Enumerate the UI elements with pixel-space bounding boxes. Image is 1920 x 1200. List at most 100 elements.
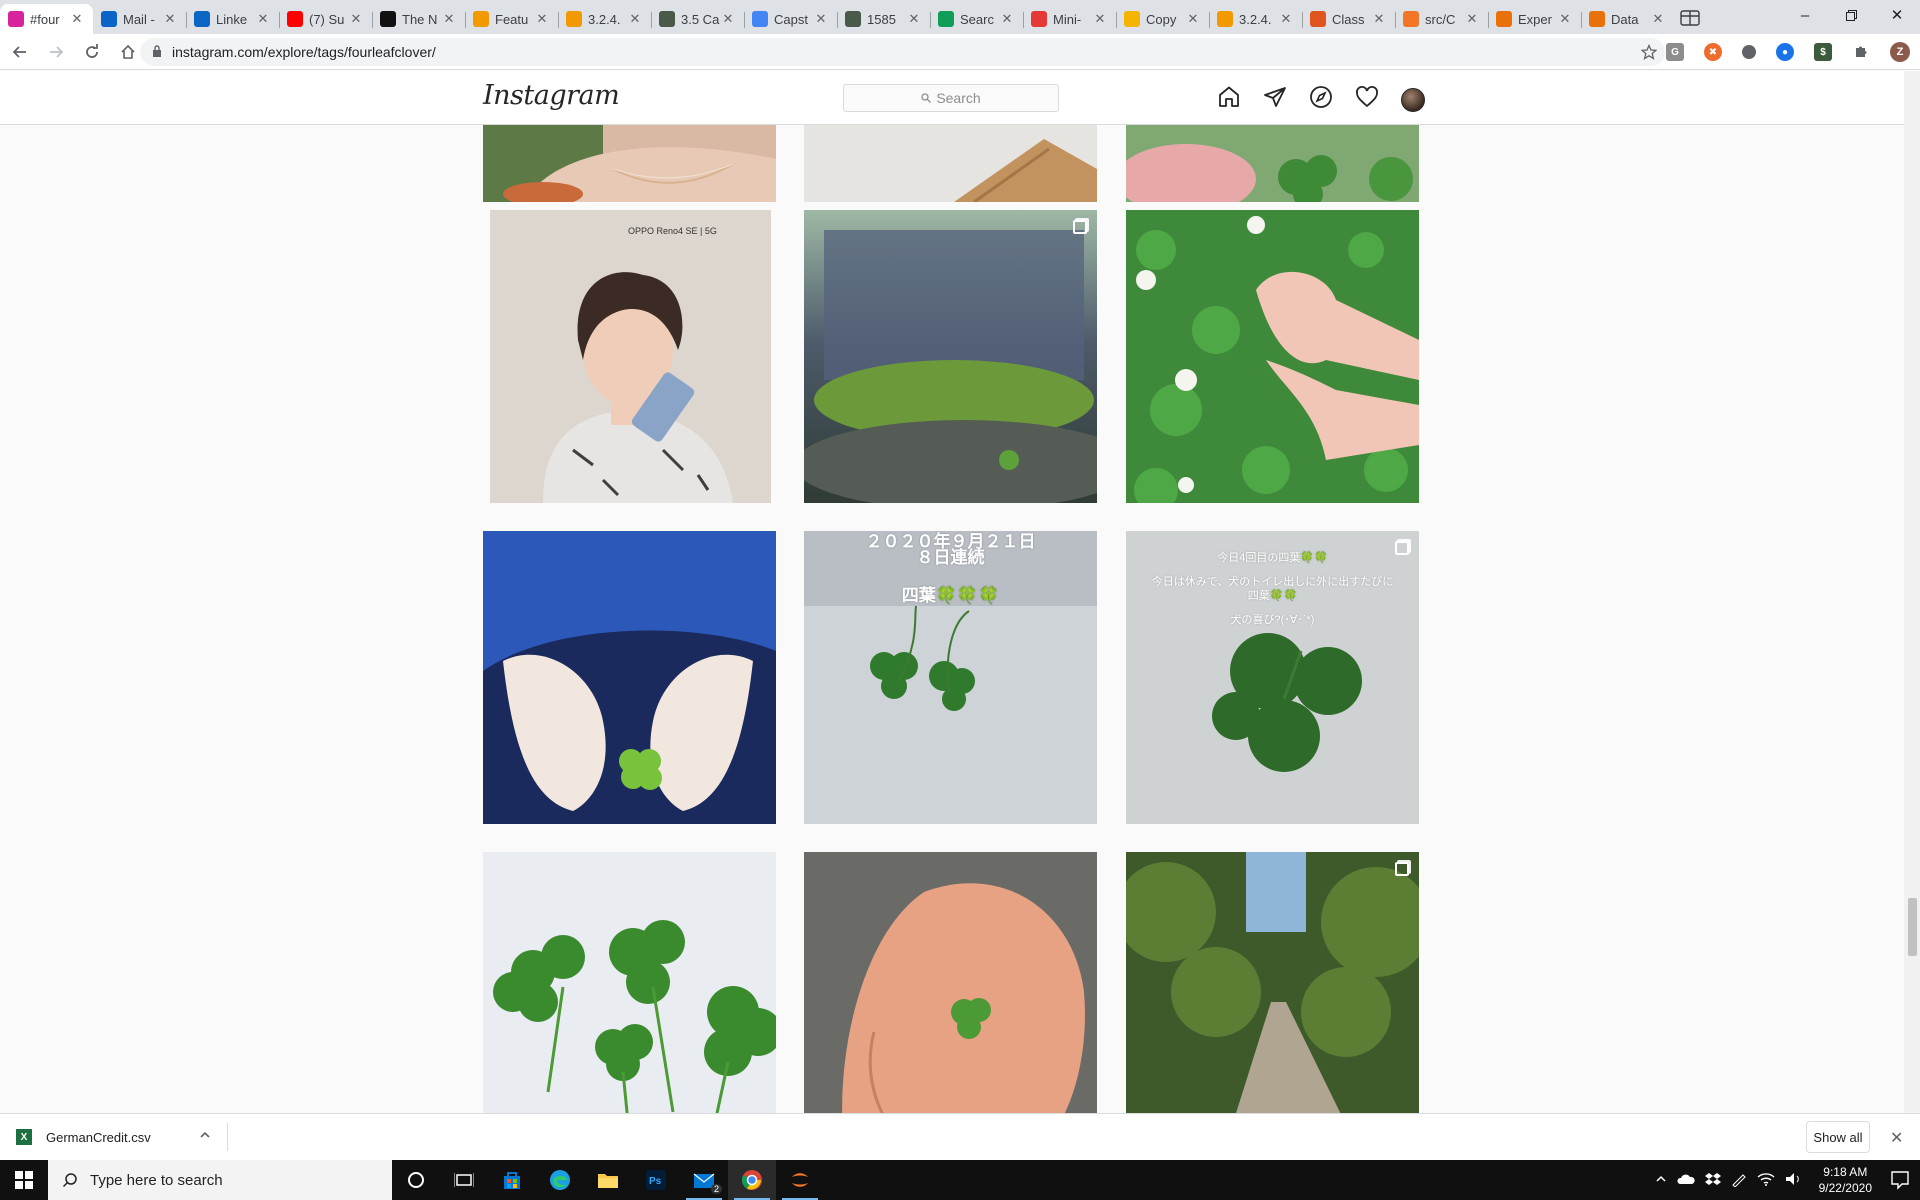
- close-tab-icon[interactable]: ✕: [720, 11, 736, 27]
- browser-tab[interactable]: (7) Su ✕: [279, 4, 372, 34]
- close-tab-icon[interactable]: ✕: [999, 11, 1015, 27]
- reload-button[interactable]: [76, 36, 108, 68]
- close-download-bar-icon[interactable]: ✕: [1890, 1128, 1903, 1148]
- close-tab-icon[interactable]: ✕: [441, 11, 457, 27]
- pen-workspace-icon[interactable]: [1731, 1171, 1747, 1190]
- extension-doc-icon[interactable]: $: [1814, 43, 1832, 61]
- post-heart-hands[interactable]: [1126, 210, 1419, 503]
- close-tab-icon[interactable]: ✕: [813, 11, 829, 27]
- action-center-button[interactable]: [1890, 1170, 1910, 1195]
- browser-tab[interactable]: Searc ✕: [930, 4, 1023, 34]
- cortana-button[interactable]: [392, 1160, 440, 1200]
- new-tab-button[interactable]: [1674, 4, 1706, 34]
- browser-tab[interactable]: 3.2.4. ✕: [558, 4, 651, 34]
- mail-app-button[interactable]: 2: [680, 1160, 728, 1200]
- windows-taskbar: Type here to search Ps 2 9:18 AM 9/22/20…: [0, 1160, 1920, 1200]
- task-view-button[interactable]: [440, 1160, 488, 1200]
- browser-tab[interactable]: The N ✕: [372, 4, 465, 34]
- onedrive-cloud-icon[interactable]: [1677, 1173, 1695, 1188]
- tab-title: Class: [1332, 11, 1365, 27]
- close-tab-icon[interactable]: ✕: [1278, 11, 1294, 27]
- back-button[interactable]: [4, 36, 36, 68]
- post-pressed-clovers[interactable]: [483, 852, 776, 1113]
- taskbar-search-box[interactable]: Type here to search: [48, 1160, 392, 1200]
- browser-tab[interactable]: src/C ✕: [1395, 4, 1488, 34]
- extensions-puzzle-icon[interactable]: [1852, 43, 1870, 61]
- close-tab-icon[interactable]: ✕: [906, 11, 922, 27]
- extension-blue-icon[interactable]: ●: [1776, 43, 1794, 61]
- post-hand-clover[interactable]: [804, 852, 1097, 1113]
- close-tab-icon[interactable]: ✕: [1650, 11, 1666, 27]
- close-tab-icon[interactable]: ✕: [69, 11, 85, 27]
- activity-heart-icon[interactable]: [1355, 85, 1379, 114]
- browser-tab[interactable]: Mini- ✕: [1023, 4, 1116, 34]
- browser-tab[interactable]: Featu ✕: [465, 4, 558, 34]
- close-window-button[interactable]: ✕: [1874, 0, 1920, 30]
- close-tab-icon[interactable]: ✕: [348, 11, 364, 27]
- close-tab-icon[interactable]: ✕: [1092, 11, 1108, 27]
- profile-avatar[interactable]: Z: [1890, 42, 1910, 62]
- chevron-up-icon[interactable]: [199, 1129, 211, 1144]
- overlay-line-3: 四葉🍀🍀: [1247, 590, 1298, 602]
- folder-icon: [598, 1174, 618, 1188]
- browser-tab[interactable]: Copy ✕: [1116, 4, 1209, 34]
- store-app-button[interactable]: [488, 1160, 536, 1200]
- scrollbar-thumb[interactable]: [1908, 898, 1917, 956]
- browser-tab[interactable]: Data ✕: [1581, 4, 1674, 34]
- close-tab-icon[interactable]: ✕: [1557, 11, 1573, 27]
- jupyter-app-button[interactable]: [776, 1160, 824, 1200]
- close-tab-icon[interactable]: ✕: [1464, 11, 1480, 27]
- oppo-portrait-photo: OPPO Reno4 SE | 5G: [483, 210, 776, 503]
- file-explorer-button[interactable]: [584, 1160, 632, 1200]
- download-item[interactable]: X GermanCredit.csv: [16, 1123, 228, 1151]
- browser-tab[interactable]: 3.2.4. ✕: [1209, 4, 1302, 34]
- post-oppo-portrait[interactable]: OPPO Reno4 SE | 5G: [483, 210, 776, 503]
- browser-tab[interactable]: Class ✕: [1302, 4, 1395, 34]
- browser-tab[interactable]: Exper ✕: [1488, 4, 1581, 34]
- direct-messages-icon[interactable]: [1263, 85, 1287, 114]
- close-tab-icon[interactable]: ✕: [627, 11, 643, 27]
- browser-tab[interactable]: Mail - ✕: [93, 4, 186, 34]
- browser-tab[interactable]: 1585 ✕: [837, 4, 930, 34]
- extension-g-icon[interactable]: G: [1666, 43, 1684, 61]
- taskbar-clock[interactable]: 9:18 AM 9/22/2020: [1819, 1164, 1872, 1196]
- volume-icon[interactable]: [1785, 1172, 1803, 1189]
- tray-chevron-up-icon[interactable]: [1655, 1173, 1667, 1188]
- chrome-app-button[interactable]: [728, 1160, 776, 1200]
- dropbox-icon[interactable]: [1704, 1172, 1721, 1189]
- browser-tab[interactable]: 3.5 Ca ✕: [651, 4, 744, 34]
- explore-compass-icon[interactable]: [1309, 85, 1333, 114]
- minimize-button[interactable]: –: [1782, 0, 1828, 30]
- show-all-button[interactable]: Show all: [1806, 1121, 1870, 1153]
- instagram-search-input[interactable]: Search: [843, 84, 1059, 112]
- windows-logo-icon: [15, 1171, 33, 1189]
- post-forest-path[interactable]: [1126, 852, 1419, 1113]
- post-cupped-hands[interactable]: [483, 531, 776, 824]
- bookmark-star-icon[interactable]: [1640, 43, 1658, 63]
- post-clover-dog[interactable]: 今日4回目の四葉🍀🍀 今日は休みで、犬のトイレ出しに外に出すたびに 四葉🍀🍀 犬…: [1126, 531, 1419, 824]
- page-scrollbar[interactable]: [1904, 71, 1920, 1113]
- edge-app-button[interactable]: [536, 1160, 584, 1200]
- close-tab-icon[interactable]: ✕: [534, 11, 550, 27]
- start-button[interactable]: [0, 1160, 48, 1200]
- wifi-icon[interactable]: [1757, 1172, 1775, 1189]
- instagram-profile-avatar[interactable]: [1401, 87, 1425, 112]
- close-tab-icon[interactable]: ✕: [255, 11, 271, 27]
- mossy-rock-photo: [804, 210, 1097, 503]
- browser-tab[interactable]: #four ✕: [0, 4, 93, 34]
- close-tab-icon[interactable]: ✕: [162, 11, 178, 27]
- restore-button[interactable]: [1828, 0, 1874, 30]
- instagram-logo[interactable]: Instagram: [483, 80, 620, 111]
- post-mossy-rock[interactable]: [804, 210, 1097, 503]
- address-bar[interactable]: instagram.com/explore/tags/fourleafclove…: [140, 38, 1665, 66]
- close-tab-icon[interactable]: ✕: [1185, 11, 1201, 27]
- extension-orange-icon[interactable]: ✖: [1704, 43, 1722, 61]
- extension-circle-icon[interactable]: [1742, 45, 1756, 59]
- photoshop-app-button[interactable]: Ps: [632, 1160, 680, 1200]
- forward-button[interactable]: [40, 36, 72, 68]
- browser-tab[interactable]: Capst ✕: [744, 4, 837, 34]
- home-icon[interactable]: [1217, 85, 1241, 114]
- close-tab-icon[interactable]: ✕: [1371, 11, 1387, 27]
- post-clover-table[interactable]: ２０２０年９月２１日 ８日連続 四葉🍀🍀🍀: [804, 531, 1097, 824]
- browser-tab[interactable]: Linke ✕: [186, 4, 279, 34]
